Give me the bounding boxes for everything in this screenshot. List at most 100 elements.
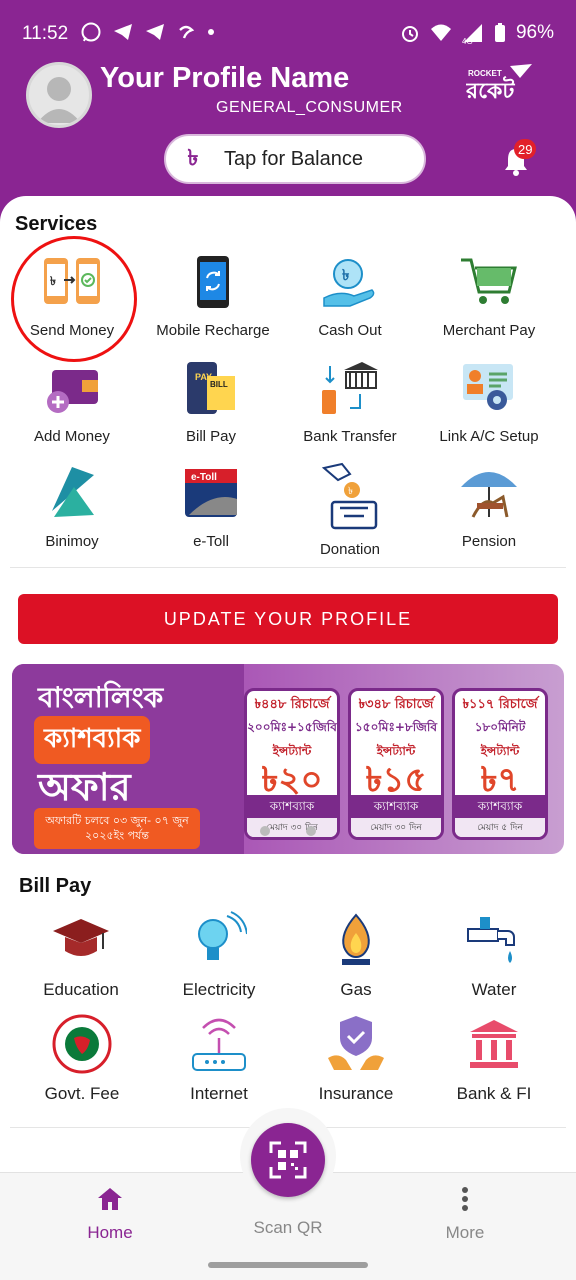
carousel-dot[interactable] <box>306 826 316 836</box>
graduation-cap-icon <box>53 919 109 956</box>
nav-scan-label: Scan QR <box>253 1218 323 1237</box>
service-label: Donation <box>319 541 381 558</box>
bill-label: Internet <box>190 1084 248 1103</box>
battery-icon <box>494 23 505 42</box>
service-bank-transfer[interactable]: Bank Transfer <box>280 356 420 445</box>
bill-govt-fee[interactable]: Govt. Fee <box>12 1012 152 1104</box>
bill-internet[interactable]: Internet <box>149 1012 289 1104</box>
avatar[interactable] <box>26 62 92 128</box>
pension-icon <box>461 472 517 518</box>
more-vertical-icon <box>462 1187 468 1211</box>
bill-label: Insurance <box>318 1084 394 1103</box>
offer-amount: ৳১৫ <box>365 760 427 800</box>
carousel-dot[interactable] <box>260 826 270 836</box>
system-status: 4G 96% <box>400 22 554 44</box>
cash-out-icon: ৳ <box>323 259 375 307</box>
svg-text:4G: 4G <box>462 37 473 44</box>
tap-for-balance-button[interactable]: ৳ Tap for Balance <box>164 134 426 184</box>
home-indicator[interactable] <box>208 1262 368 1268</box>
service-label: Pension <box>461 533 517 550</box>
highlight-circle <box>11 236 137 362</box>
nav-scan-qr[interactable]: Scan QR <box>218 1186 358 1238</box>
battery-level: 96% <box>515 22 554 43</box>
service-label: Bill Pay <box>185 428 237 445</box>
bill-gas[interactable]: Gas <box>286 908 426 1000</box>
notification-count-badge: 29 <box>514 139 537 159</box>
service-mobile-recharge[interactable]: Mobile Recharge <box>143 250 283 339</box>
wifi-icon <box>430 24 451 41</box>
svg-text:BILL: BILL <box>210 380 228 389</box>
service-bill-pay[interactable]: PAY BILL Bill Pay <box>141 356 281 445</box>
nav-home[interactable]: Home <box>40 1186 180 1243</box>
update-profile-button[interactable]: UPDATE YOUR PROFILE <box>18 594 558 644</box>
wallet-add-icon <box>47 370 98 413</box>
light-bulb-icon <box>198 911 247 960</box>
service-add-money[interactable]: Add Money <box>2 356 142 445</box>
bill-electricity[interactable]: Electricity <box>149 908 289 1000</box>
service-link-account-setup[interactable]: Link A/C Setup <box>419 356 559 445</box>
profile-name[interactable]: Your Profile Name <box>100 62 349 95</box>
bill-pay-icon: PAY BILL <box>187 362 235 414</box>
service-label: Binimoy <box>45 533 99 550</box>
water-tap-icon <box>467 917 515 963</box>
service-pension[interactable]: Pension <box>419 461 559 550</box>
banner-date-note: অফারটি চলবে ০৩ জুন- ০৭ জুন ২০২৫ইং পর্যন্… <box>34 808 200 849</box>
offer-validity: মেয়াদ ৩০ দিন <box>351 818 441 837</box>
telegram-icon <box>114 24 132 40</box>
services-title: Services <box>15 213 98 235</box>
bill-water[interactable]: Water <box>424 908 564 1000</box>
offer-card: ৳৩৪৮ রিচার্জে ১৫০মিঃ+৮জিবি ইন্সট্যান্ট ৳… <box>348 688 444 840</box>
donation-icon: ৳ <box>321 462 378 530</box>
bill-label: Govt. Fee <box>44 1084 120 1103</box>
status-bar: 11:52 4G 96% <box>0 0 576 66</box>
bill-pay-title: Bill Pay <box>19 875 92 897</box>
telegram-icon <box>146 24 164 40</box>
bill-education[interactable]: Education <box>11 908 151 1000</box>
offer-card: ৳১১৭ রিচার্জে ১৮০মিনিট ইন্সট্যান্ট ৳৭ ক্… <box>452 688 548 840</box>
offer-pack: ১৮০মিনিট <box>474 720 526 734</box>
divider <box>10 567 566 568</box>
status-time: 11:52 <box>22 23 69 44</box>
offer-amount: ৳২০ <box>261 760 323 800</box>
service-cash-out[interactable]: ৳ Cash Out <box>280 250 420 339</box>
home-icon <box>98 1188 122 1210</box>
svg-text:e-Toll: e-Toll <box>191 472 217 483</box>
nav-more-label: More <box>445 1223 485 1242</box>
offer-pack: ২০০মিঃ+১৫জিবি <box>247 720 337 734</box>
bill-insurance[interactable]: Insurance <box>286 1012 426 1104</box>
offer-recharge: ৳৩৪৮ রিচার্জে <box>358 697 434 712</box>
service-label: Add Money <box>34 428 110 445</box>
shopping-cart-icon <box>461 258 517 304</box>
svg-text:৳: ৳ <box>348 486 353 497</box>
bill-label: Gas <box>340 980 372 999</box>
signal-icon: 4G <box>462 24 482 44</box>
rocket-logo: ROCKET রকেট <box>466 64 532 104</box>
service-merchant-pay[interactable]: Merchant Pay <box>419 250 559 339</box>
service-label: Link A/C Setup <box>439 428 539 445</box>
offer-card: ৳৪৪৮ রিচার্জে ২০০মিঃ+১৫জিবি ইন্সট্যান্ট … <box>244 688 340 840</box>
e-toll-icon: e-Toll <box>185 469 237 517</box>
taka-icon: ৳ <box>187 144 199 170</box>
nav-more[interactable]: More <box>395 1186 535 1243</box>
service-donation[interactable]: ৳ Donation <box>280 461 420 558</box>
notification-icons <box>80 21 216 43</box>
offer-validity: মেয়াদ ৫ দিন <box>455 818 545 837</box>
alarm-icon <box>401 26 418 42</box>
offer-amount: ৳৭ <box>480 760 520 800</box>
bill-bank-fi[interactable]: Bank & FI <box>424 1012 564 1104</box>
carousel-dots[interactable] <box>260 826 316 836</box>
user-icon <box>37 77 81 123</box>
link-account-icon <box>463 364 513 410</box>
service-label: e-Toll <box>193 533 229 550</box>
binimoy-icon <box>52 467 94 517</box>
svg-text:রকেট: রকেট <box>466 76 515 104</box>
nav-home-label: Home <box>87 1223 133 1242</box>
qr-code-icon <box>269 1141 307 1179</box>
balance-label: Tap for Balance <box>224 147 363 170</box>
router-icon <box>192 1018 246 1071</box>
bank-icon <box>470 1020 518 1068</box>
service-label: Cash Out <box>318 322 382 339</box>
service-e-toll[interactable]: e-Toll e-Toll <box>141 461 281 550</box>
service-label: Bank Transfer <box>303 428 397 445</box>
service-binimoy[interactable]: Binimoy <box>2 461 142 550</box>
